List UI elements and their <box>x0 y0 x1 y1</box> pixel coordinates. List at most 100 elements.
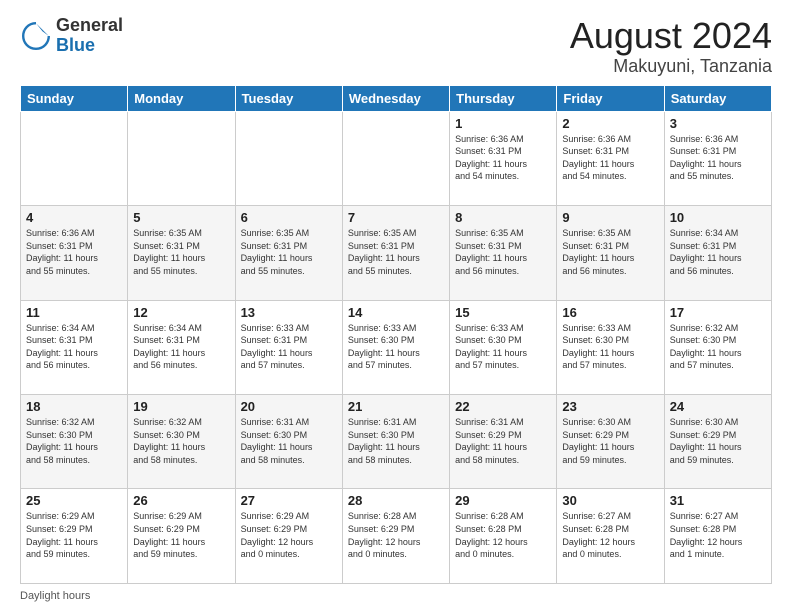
calendar-page: General Blue August 2024 Makuyuni, Tanza… <box>0 0 792 612</box>
day-info: Sunrise: 6:28 AMSunset: 6:28 PMDaylight:… <box>455 510 551 560</box>
day-number: 22 <box>455 399 551 414</box>
calendar-cell: 7 Sunrise: 6:35 AMSunset: 6:31 PMDaylight… <box>342 206 449 300</box>
logo: General Blue <box>20 16 123 56</box>
day-info: Sunrise: 6:32 AMSunset: 6:30 PMDaylight:… <box>670 322 766 372</box>
day-info: Sunrise: 6:33 AMSunset: 6:30 PMDaylight:… <box>562 322 658 372</box>
calendar-cell: 21 Sunrise: 6:31 AMSunset: 6:30 PMDayligh… <box>342 395 449 489</box>
day-info: Sunrise: 6:33 AMSunset: 6:30 PMDaylight:… <box>455 322 551 372</box>
calendar-cell: 26 Sunrise: 6:29 AMSunset: 6:29 PMDayligh… <box>128 489 235 584</box>
logo-text: General Blue <box>56 16 123 56</box>
day-number: 15 <box>455 305 551 320</box>
day-number: 25 <box>26 493 122 508</box>
day-info: Sunrise: 6:36 AMSunset: 6:31 PMDaylight:… <box>670 133 766 183</box>
calendar-cell: 20 Sunrise: 6:31 AMSunset: 6:30 PMDayligh… <box>235 395 342 489</box>
calendar-cell: 31 Sunrise: 6:27 AMSunset: 6:28 PMDayligh… <box>664 489 771 584</box>
calendar-cell: 10 Sunrise: 6:34 AMSunset: 6:31 PMDayligh… <box>664 206 771 300</box>
day-number: 9 <box>562 210 658 225</box>
calendar-cell: 28 Sunrise: 6:28 AMSunset: 6:29 PMDayligh… <box>342 489 449 584</box>
day-info: Sunrise: 6:27 AMSunset: 6:28 PMDaylight:… <box>562 510 658 560</box>
day-number: 3 <box>670 116 766 131</box>
day-info: Sunrise: 6:29 AMSunset: 6:29 PMDaylight:… <box>26 510 122 560</box>
day-number: 26 <box>133 493 229 508</box>
location-title: Makuyuni, Tanzania <box>570 56 772 77</box>
calendar-cell: 5 Sunrise: 6:35 AMSunset: 6:31 PMDaylight… <box>128 206 235 300</box>
day-header-sunday: Sunday <box>21 85 128 111</box>
week-row-3: 11 Sunrise: 6:34 AMSunset: 6:31 PMDayligh… <box>21 300 772 394</box>
day-number: 30 <box>562 493 658 508</box>
calendar-cell: 17Sunrise: 6:32 AMSunset: 6:30 PMDayligh… <box>664 300 771 394</box>
day-info: Sunrise: 6:35 AMSunset: 6:31 PMDaylight:… <box>241 227 337 277</box>
day-info: Sunrise: 6:34 AMSunset: 6:31 PMDaylight:… <box>133 322 229 372</box>
day-number: 4 <box>26 210 122 225</box>
day-info: Sunrise: 6:32 AMSunset: 6:30 PMDaylight:… <box>133 416 229 466</box>
calendar-cell: 19 Sunrise: 6:32 AMSunset: 6:30 PMDayligh… <box>128 395 235 489</box>
day-number: 13 <box>241 305 337 320</box>
day-info: Sunrise: 6:30 AMSunset: 6:29 PMDaylight:… <box>562 416 658 466</box>
day-number: 11 <box>26 305 122 320</box>
month-title: August 2024 <box>570 16 772 56</box>
day-info: Sunrise: 6:36 AMSunset: 6:31 PMDaylight:… <box>562 133 658 183</box>
day-info: Sunrise: 6:31 AMSunset: 6:30 PMDaylight:… <box>348 416 444 466</box>
calendar-cell: 29Sunrise: 6:28 AMSunset: 6:28 PMDayligh… <box>450 489 557 584</box>
day-info: Sunrise: 6:36 AMSunset: 6:31 PMDaylight:… <box>26 227 122 277</box>
day-number: 21 <box>348 399 444 414</box>
day-info: Sunrise: 6:31 AMSunset: 6:30 PMDaylight:… <box>241 416 337 466</box>
calendar-cell: 13Sunrise: 6:33 AMSunset: 6:31 PMDayligh… <box>235 300 342 394</box>
day-info: Sunrise: 6:35 AMSunset: 6:31 PMDaylight:… <box>455 227 551 277</box>
day-number: 5 <box>133 210 229 225</box>
calendar-cell <box>21 111 128 205</box>
day-number: 23 <box>562 399 658 414</box>
calendar-cell <box>235 111 342 205</box>
calendar-cell: 9 Sunrise: 6:35 AMSunset: 6:31 PMDaylight… <box>557 206 664 300</box>
calendar-table: SundayMondayTuesdayWednesdayThursdayFrid… <box>20 85 772 584</box>
day-header-wednesday: Wednesday <box>342 85 449 111</box>
day-info: Sunrise: 6:27 AMSunset: 6:28 PMDaylight:… <box>670 510 766 560</box>
day-number: 8 <box>455 210 551 225</box>
header: General Blue August 2024 Makuyuni, Tanza… <box>20 16 772 77</box>
calendar-cell: 8 Sunrise: 6:35 AMSunset: 6:31 PMDaylight… <box>450 206 557 300</box>
calendar-cell: 4 Sunrise: 6:36 AMSunset: 6:31 PMDaylight… <box>21 206 128 300</box>
calendar-cell: 1 Sunrise: 6:36 AMSunset: 6:31 PMDaylight… <box>450 111 557 205</box>
day-info: Sunrise: 6:36 AMSunset: 6:31 PMDaylight:… <box>455 133 551 183</box>
day-number: 7 <box>348 210 444 225</box>
day-info: Sunrise: 6:31 AMSunset: 6:29 PMDaylight:… <box>455 416 551 466</box>
calendar-cell: 6Sunrise: 6:35 AMSunset: 6:31 PMDaylight… <box>235 206 342 300</box>
day-number: 10 <box>670 210 766 225</box>
day-number: 27 <box>241 493 337 508</box>
day-number: 31 <box>670 493 766 508</box>
week-row-2: 4 Sunrise: 6:36 AMSunset: 6:31 PMDaylight… <box>21 206 772 300</box>
day-info: Sunrise: 6:33 AMSunset: 6:30 PMDaylight:… <box>348 322 444 372</box>
day-number: 20 <box>241 399 337 414</box>
day-number: 24 <box>670 399 766 414</box>
day-info: Sunrise: 6:35 AMSunset: 6:31 PMDaylight:… <box>133 227 229 277</box>
day-info: Sunrise: 6:29 AMSunset: 6:29 PMDaylight:… <box>133 510 229 560</box>
day-number: 28 <box>348 493 444 508</box>
week-row-4: 18 Sunrise: 6:32 AMSunset: 6:30 PMDayligh… <box>21 395 772 489</box>
day-number: 19 <box>133 399 229 414</box>
calendar-cell: 22 Sunrise: 6:31 AMSunset: 6:29 PMDayligh… <box>450 395 557 489</box>
day-number: 1 <box>455 116 551 131</box>
calendar-cell: 3 Sunrise: 6:36 AMSunset: 6:31 PMDaylight… <box>664 111 771 205</box>
day-number: 16 <box>562 305 658 320</box>
calendar-cell: 24 Sunrise: 6:30 AMSunset: 6:29 PMDayligh… <box>664 395 771 489</box>
footer: Daylight hours <box>20 590 772 602</box>
calendar-cell: 15 Sunrise: 6:33 AMSunset: 6:30 PMDayligh… <box>450 300 557 394</box>
day-header-tuesday: Tuesday <box>235 85 342 111</box>
day-info: Sunrise: 6:34 AMSunset: 6:31 PMDaylight:… <box>670 227 766 277</box>
day-header-saturday: Saturday <box>664 85 771 111</box>
day-info: Sunrise: 6:35 AMSunset: 6:31 PMDaylight:… <box>562 227 658 277</box>
day-number: 14 <box>348 305 444 320</box>
calendar-cell: 12 Sunrise: 6:34 AMSunset: 6:31 PMDayligh… <box>128 300 235 394</box>
day-info: Sunrise: 6:28 AMSunset: 6:29 PMDaylight:… <box>348 510 444 560</box>
day-info: Sunrise: 6:35 AMSunset: 6:31 PMDaylight:… <box>348 227 444 277</box>
day-info: Sunrise: 6:34 AMSunset: 6:31 PMDaylight:… <box>26 322 122 372</box>
calendar-cell: 23 Sunrise: 6:30 AMSunset: 6:29 PMDayligh… <box>557 395 664 489</box>
calendar-cell: 2Sunrise: 6:36 AMSunset: 6:31 PMDaylight… <box>557 111 664 205</box>
daylight-label: Daylight hours <box>20 590 90 602</box>
calendar-cell: 11 Sunrise: 6:34 AMSunset: 6:31 PMDayligh… <box>21 300 128 394</box>
day-number: 12 <box>133 305 229 320</box>
day-number: 18 <box>26 399 122 414</box>
day-info: Sunrise: 6:30 AMSunset: 6:29 PMDaylight:… <box>670 416 766 466</box>
day-header-friday: Friday <box>557 85 664 111</box>
days-header-row: SundayMondayTuesdayWednesdayThursdayFrid… <box>21 85 772 111</box>
